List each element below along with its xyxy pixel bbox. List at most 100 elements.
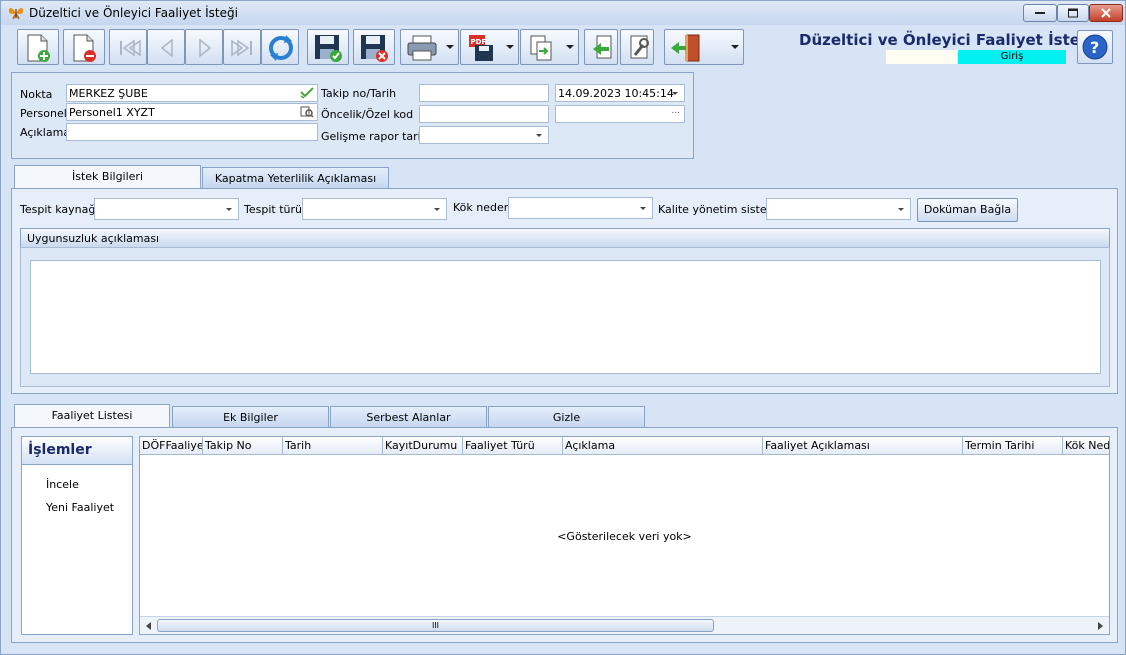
header-spacer — [886, 50, 958, 64]
uygunsuzluk-group-header: Uygunsuzluk açıklaması — [20, 228, 1110, 248]
next-record-button[interactable] — [185, 29, 223, 65]
column-header[interactable]: DÖFFaaliyet — [140, 437, 203, 455]
svg-text:PDF: PDF — [471, 38, 487, 46]
ozel-kod-field[interactable]: ... — [555, 105, 685, 123]
tab-label: Serbest Alanlar — [366, 411, 451, 424]
scroll-right-icon[interactable] — [1095, 621, 1105, 631]
delete-document-icon — [73, 34, 96, 62]
previous-record-icon — [160, 38, 173, 58]
first-record-button[interactable] — [109, 29, 147, 65]
column-header[interactable]: Tarih — [283, 437, 383, 455]
tab-istek-bilgileri[interactable]: İstek Bilgileri — [14, 165, 201, 189]
dokuman-bagla-button[interactable]: Doküman Bağla — [917, 198, 1018, 222]
minimize-icon — [1035, 12, 1045, 14]
nokta-field[interactable]: MERKEZ ŞUBE — [66, 84, 318, 102]
personel-value: Personel1 XYZT — [69, 106, 155, 119]
tab-kapatma-yeterlilik[interactable]: Kapatma Yeterlilik Açıklaması — [202, 167, 389, 189]
scroll-left-icon[interactable] — [144, 621, 154, 631]
kok-neden-select[interactable] — [508, 197, 653, 219]
scroll-thumb[interactable]: III — [157, 619, 714, 632]
pdf-export-icon: PDF — [469, 35, 493, 61]
column-header[interactable]: Faaliyet Açıklaması — [763, 437, 963, 455]
tab-label: Faaliyet Listesi — [51, 409, 133, 422]
print-icon — [407, 35, 437, 61]
refresh-icon — [269, 35, 293, 61]
gelisme-date-field[interactable] — [419, 126, 549, 144]
islemler-panel: İşlemler İncele Yeni Faaliyet — [21, 436, 133, 635]
last-record-button[interactable] — [223, 29, 261, 65]
chevron-down-icon[interactable] — [536, 134, 542, 137]
save-and-close-button[interactable] — [353, 29, 395, 65]
close-icon — [1101, 8, 1111, 18]
checkmark-icon[interactable] — [300, 87, 314, 99]
horizontal-scrollbar[interactable]: III — [140, 616, 1109, 634]
save-close-icon — [361, 35, 388, 62]
kalite-select[interactable] — [766, 198, 911, 220]
uygunsuzluk-group-body — [20, 247, 1110, 387]
column-header[interactable]: KayıtDurumu — [383, 437, 463, 455]
new-document-icon — [27, 34, 50, 62]
tespit-turu-label: Tespit türü — [244, 203, 302, 216]
oncelik-field[interactable] — [419, 105, 549, 123]
faaliyet-grid: DÖFFaaliyet Takip No Tarih KayıtDurumu F… — [139, 436, 1110, 635]
tab-label: İstek Bilgileri — [71, 170, 144, 183]
help-button[interactable]: ? — [1077, 30, 1113, 64]
incele-link[interactable]: İncele — [46, 478, 79, 491]
aciklama-field[interactable] — [66, 123, 318, 141]
tespit-kaynagi-select[interactable] — [94, 198, 239, 220]
yeni-faaliyet-link[interactable]: Yeni Faaliyet — [46, 501, 114, 514]
tespit-turu-select[interactable] — [302, 198, 447, 220]
column-header[interactable]: Faaliyet Türü — [463, 437, 563, 455]
settings-icon — [630, 35, 649, 59]
delete-record-button[interactable] — [63, 29, 105, 65]
uygunsuzluk-textarea[interactable] — [30, 260, 1101, 374]
chevron-down-icon[interactable] — [672, 92, 678, 95]
chevron-down-icon — [446, 45, 454, 49]
copy-button[interactable] — [520, 29, 579, 65]
chevron-down-icon — [566, 45, 574, 49]
lookup-icon[interactable] — [300, 105, 314, 118]
tab-label: Ek Bilgiler — [223, 411, 278, 424]
back-button[interactable] — [584, 29, 618, 65]
svg-text:?: ? — [1090, 38, 1099, 57]
minimize-button[interactable] — [1023, 4, 1057, 22]
chevron-down-icon — [434, 208, 440, 211]
uygunsuzluk-label: Uygunsuzluk açıklaması — [27, 232, 160, 245]
takip-label: Takip no/Tarih — [321, 87, 397, 100]
aciklama-label: Açıklama — [20, 126, 71, 139]
chevron-down-icon — [898, 208, 904, 211]
tab-faaliyet-listesi[interactable]: Faaliyet Listesi — [14, 404, 170, 428]
tab-ek-bilgiler[interactable]: Ek Bilgiler — [172, 406, 329, 428]
tools-button[interactable] — [620, 29, 654, 65]
chevron-down-icon — [226, 208, 232, 211]
takip-no-field[interactable] — [419, 84, 549, 102]
window-title: Düzeltici ve Önleyici Faaliyet İsteği — [29, 6, 238, 20]
maximize-button[interactable] — [1057, 4, 1089, 22]
form-header-title: Düzeltici ve Önleyici Faaliyet İsteği — [799, 31, 1096, 49]
tab-gizle[interactable]: Gizle — [488, 406, 645, 428]
last-record-icon — [231, 39, 252, 57]
tab-serbest-alanlar[interactable]: Serbest Alanlar — [330, 406, 487, 428]
ellipsis-button[interactable]: ... — [671, 106, 680, 116]
tab-label: Gizle — [552, 411, 581, 424]
save-button[interactable] — [307, 29, 349, 65]
column-header[interactable]: Termin Tarihi — [963, 437, 1063, 455]
new-record-button[interactable] — [17, 29, 59, 65]
takip-date-field[interactable]: 14.09.2023 10:45:14 — [555, 84, 685, 102]
exit-icon — [671, 34, 700, 62]
personel-field[interactable]: Personel1 XYZT — [66, 103, 318, 121]
previous-record-button[interactable] — [147, 29, 185, 65]
close-button[interactable] — [1089, 4, 1123, 22]
column-header[interactable]: Kök Nede — [1063, 437, 1109, 455]
exit-button[interactable] — [664, 29, 744, 65]
pdf-export-button[interactable]: PDF — [460, 29, 519, 65]
istek-bilgileri-panel: Tespit kaynağı Tespit türü Kök neden Kal… — [11, 188, 1118, 394]
maximize-icon — [1068, 8, 1078, 18]
personel-label: Personel — [20, 107, 67, 120]
print-button[interactable] — [400, 29, 459, 65]
column-header[interactable]: Takip No — [203, 437, 283, 455]
column-header[interactable]: Açıklama — [563, 437, 763, 455]
butterfly-icon — [8, 8, 24, 20]
chevron-down-icon — [731, 45, 739, 49]
refresh-button[interactable] — [261, 29, 299, 65]
